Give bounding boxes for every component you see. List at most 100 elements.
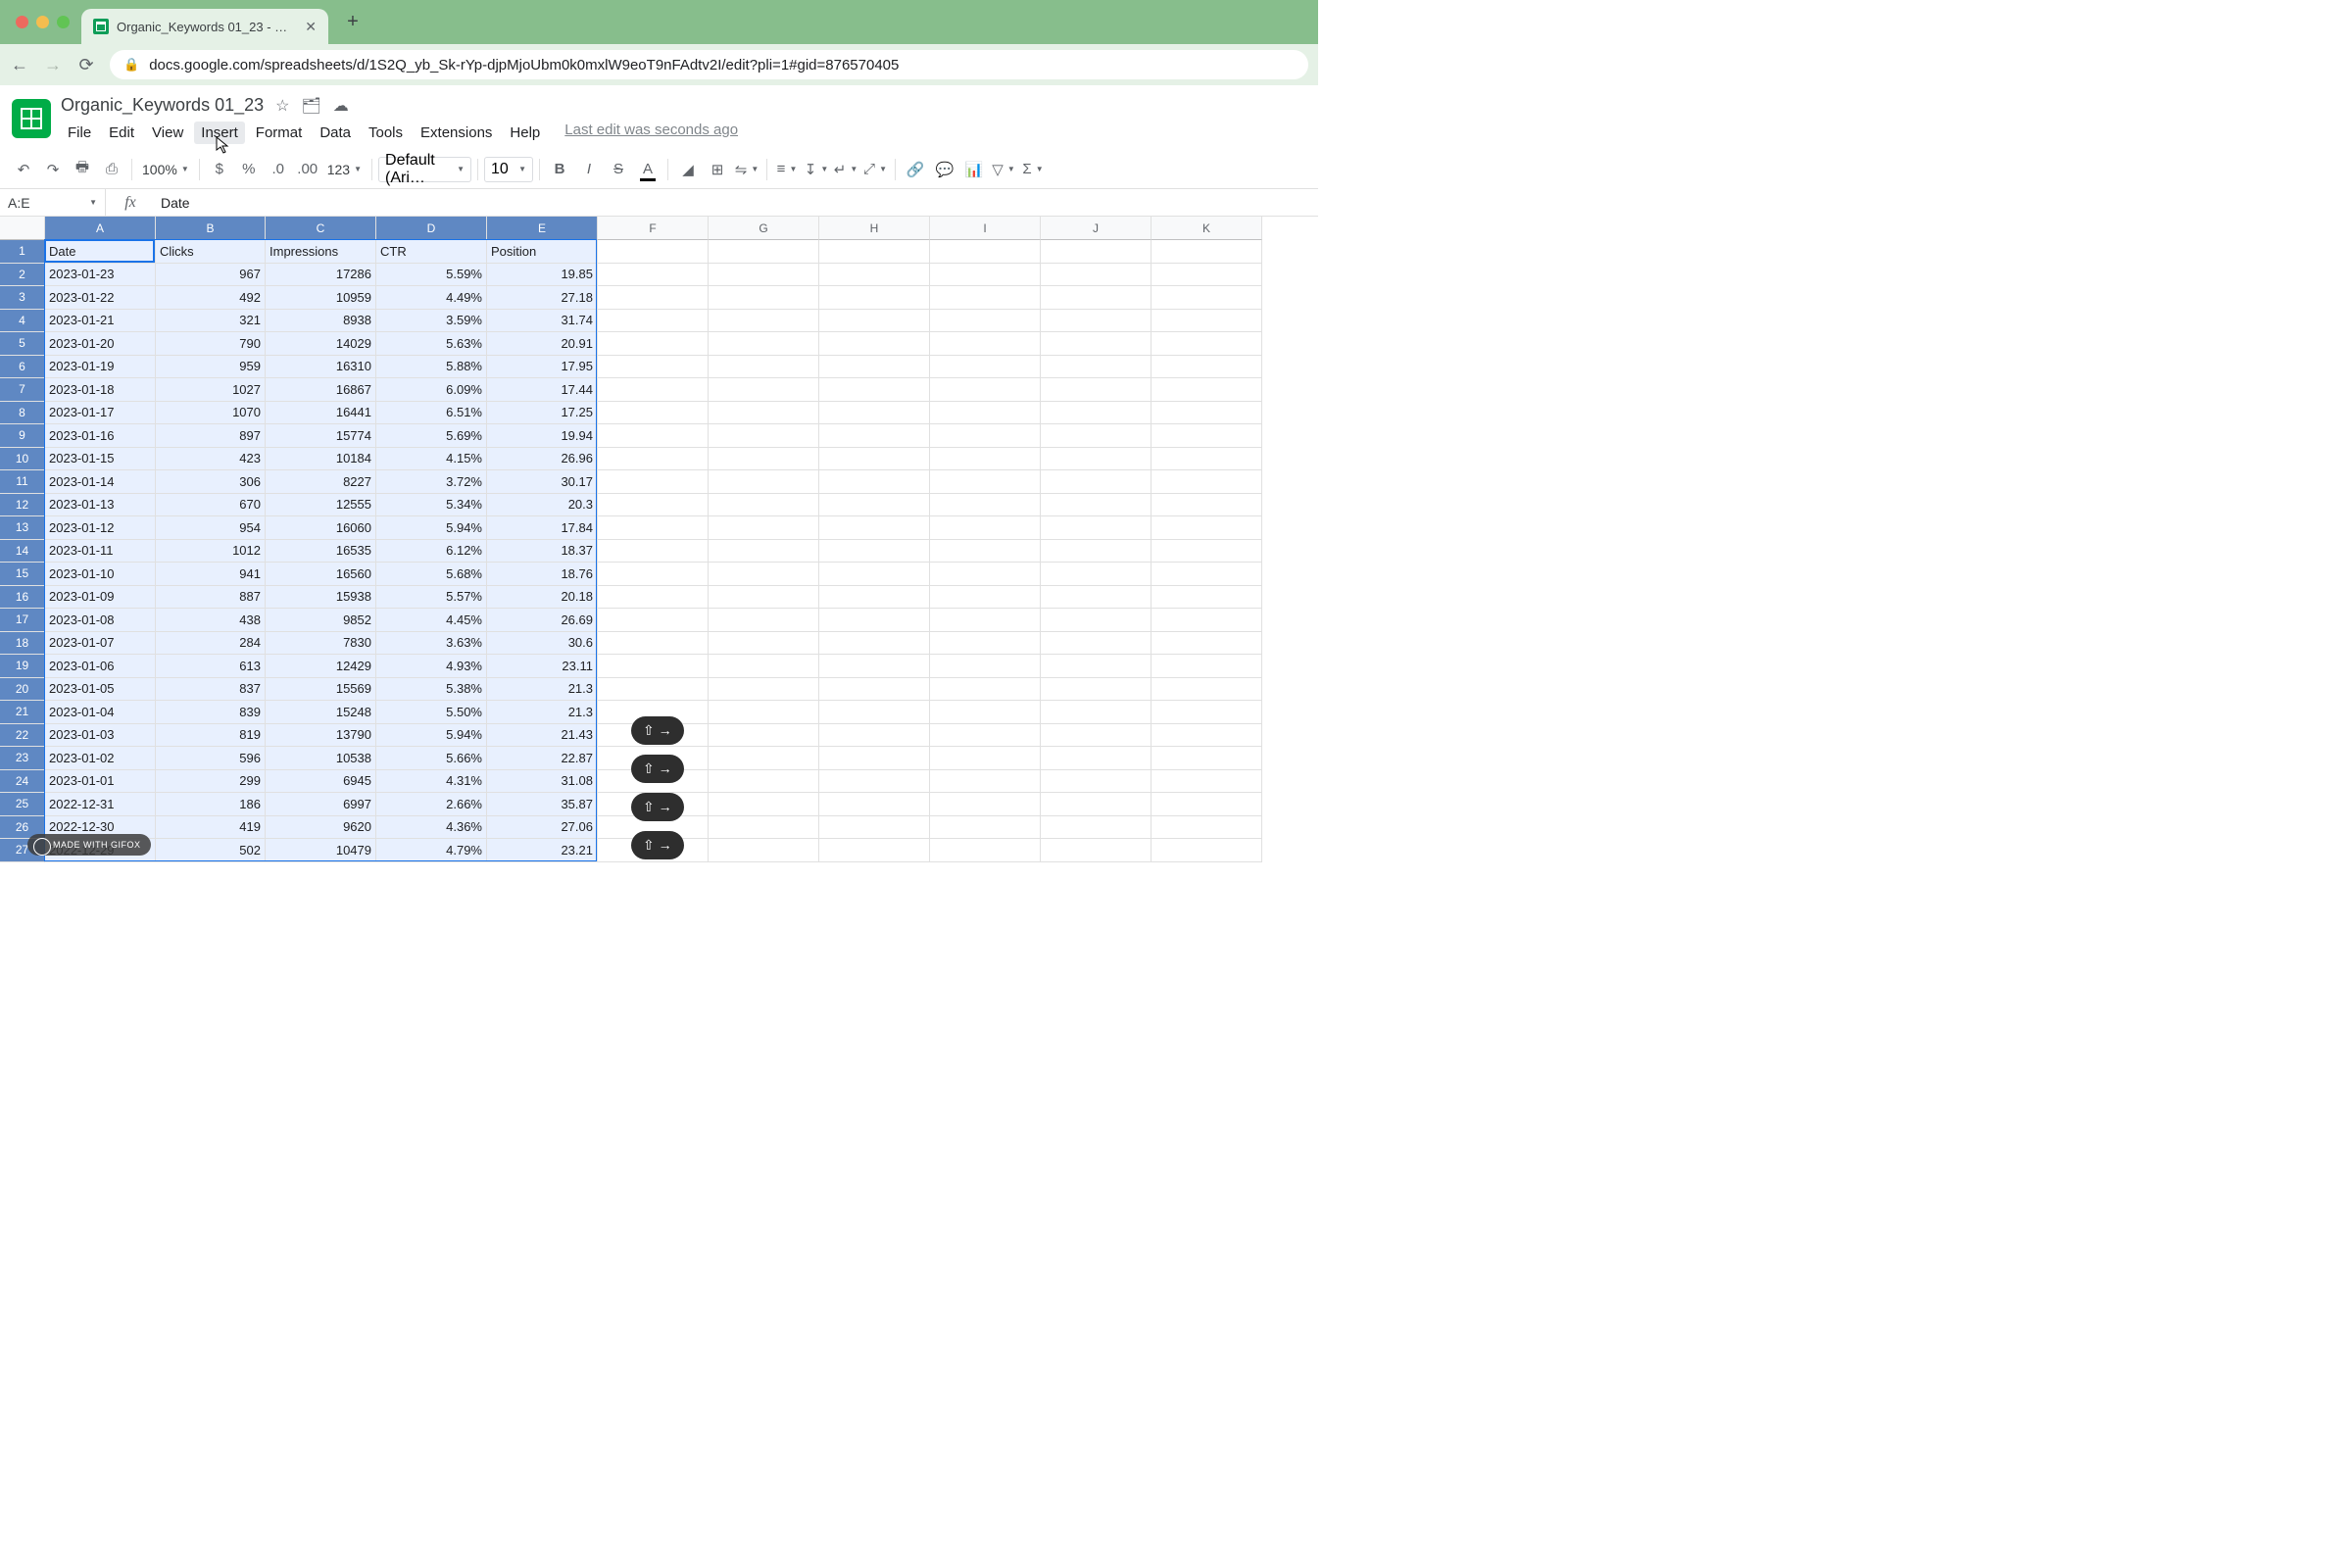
cell[interactable] <box>819 310 930 333</box>
cell[interactable]: 613 <box>156 655 266 678</box>
row-header[interactable]: 14 <box>0 540 45 564</box>
cell[interactable] <box>930 470 1041 494</box>
cell[interactable]: 887 <box>156 586 266 610</box>
cell[interactable]: 790 <box>156 332 266 356</box>
row-header[interactable]: 12 <box>0 494 45 517</box>
cell[interactable] <box>1152 286 1262 310</box>
cell[interactable] <box>598 356 709 379</box>
cloud-icon[interactable]: ☁ <box>333 96 349 116</box>
cell[interactable]: 21.3 <box>487 678 598 702</box>
cell[interactable]: 2023-01-04 <box>45 701 156 724</box>
cell[interactable] <box>1041 655 1152 678</box>
star-icon[interactable]: ☆ <box>275 96 289 116</box>
cell[interactable]: 5.63% <box>376 332 487 356</box>
cell[interactable]: 502 <box>156 839 266 862</box>
cell[interactable] <box>930 448 1041 471</box>
cell[interactable] <box>930 701 1041 724</box>
cell[interactable] <box>930 678 1041 702</box>
cell[interactable]: 2023-01-22 <box>45 286 156 310</box>
cell[interactable]: 27.18 <box>487 286 598 310</box>
cell[interactable] <box>1041 816 1152 840</box>
cell[interactable] <box>598 424 709 448</box>
cell[interactable]: 5.34% <box>376 494 487 517</box>
cell[interactable] <box>1041 424 1152 448</box>
cell[interactable] <box>709 470 819 494</box>
cell[interactable] <box>930 816 1041 840</box>
cell[interactable] <box>709 632 819 656</box>
cell[interactable] <box>709 264 819 287</box>
cell[interactable]: 16867 <box>266 378 376 402</box>
cell[interactable]: 4.36% <box>376 816 487 840</box>
cell[interactable]: 14029 <box>266 332 376 356</box>
cell[interactable] <box>1152 586 1262 610</box>
cell[interactable] <box>930 402 1041 425</box>
cell[interactable] <box>1152 516 1262 540</box>
cell[interactable] <box>1152 632 1262 656</box>
cell[interactable]: 16560 <box>266 563 376 586</box>
cell[interactable] <box>1041 240 1152 264</box>
row-header[interactable]: 24 <box>0 770 45 794</box>
cell[interactable] <box>930 310 1041 333</box>
column-header[interactable]: B <box>156 217 266 240</box>
tab-close-icon[interactable]: ✕ <box>305 19 317 35</box>
cell[interactable]: 26.96 <box>487 448 598 471</box>
cell[interactable] <box>1152 678 1262 702</box>
undo-icon[interactable]: ↶ <box>10 156 37 183</box>
cell[interactable]: 16535 <box>266 540 376 564</box>
cell[interactable]: 26.69 <box>487 609 598 632</box>
cell[interactable]: 9852 <box>266 609 376 632</box>
cell[interactable] <box>819 839 930 862</box>
cell[interactable]: 13790 <box>266 724 376 748</box>
cell[interactable] <box>1041 402 1152 425</box>
merge-icon[interactable]: ⇋ <box>733 156 760 183</box>
cell[interactable] <box>1152 655 1262 678</box>
cell[interactable] <box>598 563 709 586</box>
cell[interactable] <box>709 609 819 632</box>
column-header[interactable]: J <box>1041 217 1152 240</box>
row-header[interactable]: 6 <box>0 356 45 379</box>
cell[interactable]: 4.15% <box>376 448 487 471</box>
cell[interactable] <box>598 264 709 287</box>
column-header[interactable]: H <box>819 217 930 240</box>
cell[interactable]: 2022-12-31 <box>45 793 156 816</box>
cell[interactable] <box>598 609 709 632</box>
cell[interactable]: 8938 <box>266 310 376 333</box>
name-box[interactable]: A:E ▼ <box>0 189 106 216</box>
column-header[interactable]: C <box>266 217 376 240</box>
cell[interactable] <box>598 516 709 540</box>
cell[interactable]: 2023-01-20 <box>45 332 156 356</box>
cell[interactable]: 839 <box>156 701 266 724</box>
cell[interactable]: Impressions <box>266 240 376 264</box>
cell[interactable]: 5.59% <box>376 264 487 287</box>
bold-icon[interactable]: B <box>546 156 573 183</box>
cell[interactable] <box>1152 540 1262 564</box>
cell[interactable]: 2023-01-10 <box>45 563 156 586</box>
cell[interactable]: 30.17 <box>487 470 598 494</box>
cell[interactable] <box>1152 609 1262 632</box>
cell[interactable] <box>1041 632 1152 656</box>
window-minimize-icon[interactable] <box>36 16 49 28</box>
column-header[interactable]: E <box>487 217 598 240</box>
rotate-icon[interactable]: ⤢ <box>861 156 889 183</box>
move-icon[interactable]: 🗂 <box>301 96 320 116</box>
cell[interactable]: 2023-01-16 <box>45 424 156 448</box>
row-header[interactable]: 25 <box>0 793 45 816</box>
cell[interactable] <box>1152 310 1262 333</box>
cell[interactable]: 18.37 <box>487 540 598 564</box>
cell[interactable] <box>1041 516 1152 540</box>
cell[interactable] <box>819 470 930 494</box>
percent-icon[interactable]: % <box>235 156 263 183</box>
url-field[interactable]: 🔒 docs.google.com/spreadsheets/d/1S2Q_yb… <box>110 50 1308 79</box>
cell[interactable]: 2023-01-07 <box>45 632 156 656</box>
cell[interactable]: 837 <box>156 678 266 702</box>
row-header[interactable]: 3 <box>0 286 45 310</box>
cell[interactable] <box>709 586 819 610</box>
cell[interactable]: 1027 <box>156 378 266 402</box>
formula-input[interactable]: Date <box>155 195 190 211</box>
cell[interactable]: 6945 <box>266 770 376 794</box>
cell[interactable] <box>598 632 709 656</box>
cell[interactable]: 284 <box>156 632 266 656</box>
cell[interactable]: 5.50% <box>376 701 487 724</box>
row-header[interactable]: 18 <box>0 632 45 656</box>
font-size-dropdown[interactable]: 10▼ <box>484 157 533 182</box>
